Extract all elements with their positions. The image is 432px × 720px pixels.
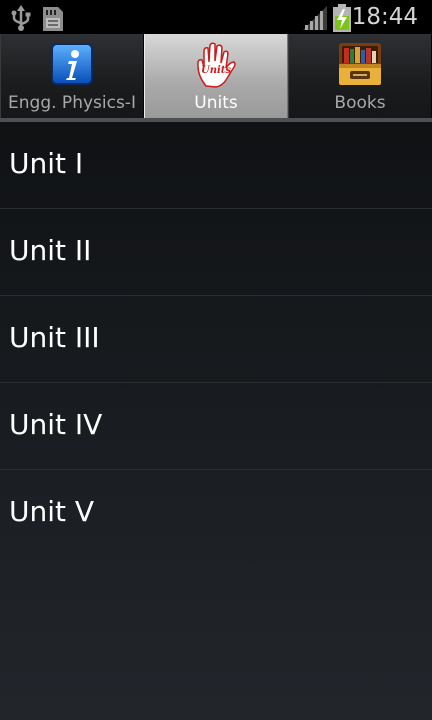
- list-item-unit-4[interactable]: Unit IV: [0, 383, 432, 470]
- tab-engg-physics-label: Engg. Physics-I: [8, 93, 136, 113]
- tab-bar: Engg. Physics-I Units Units Books: [0, 34, 432, 120]
- list-item-label: Unit IV: [9, 408, 103, 441]
- list-item-unit-2[interactable]: Unit II: [0, 209, 432, 296]
- tab-books[interactable]: Books: [288, 34, 432, 118]
- list-item-label: Unit III: [9, 321, 100, 354]
- sd-card-icon: [41, 6, 65, 36]
- tab-engg-physics[interactable]: Engg. Physics-I: [0, 34, 144, 118]
- tab-books-label: Books: [334, 93, 386, 113]
- app-screen: 18:44 Engg. Physics-I Units Units Books …: [0, 0, 432, 720]
- list-item-unit-3[interactable]: Unit III: [0, 296, 432, 383]
- tab-units[interactable]: Units Units: [144, 34, 288, 118]
- list-item-label: Unit I: [9, 147, 84, 180]
- list-item-unit-5[interactable]: Unit V: [0, 470, 432, 556]
- tab-units-label: Units: [194, 93, 238, 113]
- status-clock: 18:44: [351, 4, 418, 30]
- bookshelf-icon: [336, 40, 384, 88]
- status-bar: 18:44: [0, 0, 432, 34]
- svg-text:Units: Units: [201, 65, 231, 76]
- list-item-label: Unit II: [9, 234, 92, 267]
- info-icon: [48, 40, 96, 88]
- hand-units-icon: Units: [192, 40, 240, 88]
- list-item-label: Unit V: [9, 495, 95, 528]
- signal-icon: [303, 6, 327, 34]
- battery-charging-icon: [333, 4, 351, 36]
- usb-icon: [10, 5, 32, 35]
- units-list: Unit I Unit II Unit III Unit IV Unit V: [0, 122, 432, 556]
- list-item-unit-1[interactable]: Unit I: [0, 122, 432, 209]
